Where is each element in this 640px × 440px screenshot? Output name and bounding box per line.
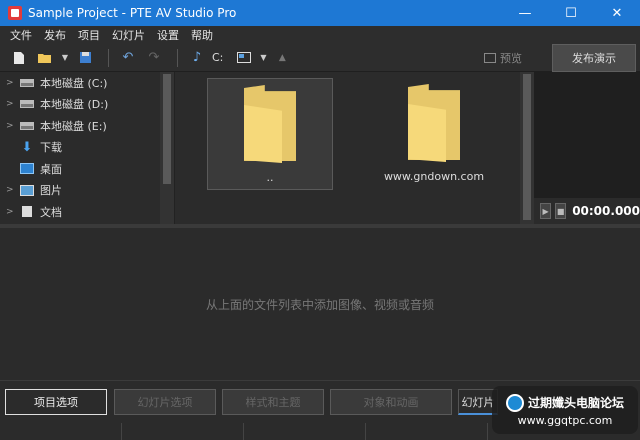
- menu-project[interactable]: 项目: [72, 27, 106, 43]
- file-label: www.gndown.com: [383, 170, 485, 183]
- new-file-icon[interactable]: [8, 47, 30, 69]
- stop-icon[interactable]: ■: [555, 203, 567, 219]
- watermark-title: 过期孅头电脑论坛: [527, 396, 624, 410]
- view-dropdown-icon[interactable]: ▼: [259, 47, 267, 69]
- save-icon[interactable]: [74, 47, 96, 69]
- timecode: 00:00.000: [572, 204, 640, 218]
- bottom-tab[interactable]: [122, 423, 244, 440]
- dropdown-arrow-icon[interactable]: ▼: [60, 47, 70, 69]
- expand-arrow-icon[interactable]: >: [6, 99, 16, 109]
- menu-help[interactable]: 帮助: [185, 27, 219, 43]
- bottom-tab[interactable]: [366, 423, 488, 440]
- toolbar: ▼ ↶ ↷ ♪ C: ▼ ▲: [0, 44, 640, 72]
- tree-item-label: 文档: [40, 205, 62, 219]
- file-list: .. www.gndown.com: [174, 72, 524, 224]
- tree-item-drive-c[interactable]: > 本地磁盘 (C:): [0, 72, 174, 94]
- menu-settings[interactable]: 设置: [151, 27, 185, 43]
- publish-button[interactable]: 发布演示: [552, 44, 636, 72]
- app-icon: [8, 6, 22, 20]
- drive-icon: [20, 121, 34, 130]
- folder-icon: [408, 84, 460, 162]
- window-title: Sample Project - PTE AV Studio Pro: [28, 6, 237, 20]
- bottom-tab[interactable]: [0, 423, 122, 440]
- project-options-button[interactable]: 项目选项: [5, 389, 107, 415]
- menu-slide[interactable]: 幻灯片: [106, 27, 151, 43]
- file-list-scrollbar[interactable]: [520, 72, 534, 224]
- close-button[interactable]: ✕: [594, 0, 640, 26]
- folder-icon: [244, 85, 296, 163]
- file-label: ..: [266, 171, 274, 184]
- tree-item-drive-e[interactable]: > 本地磁盘 (E:): [0, 115, 174, 137]
- title-bar: Sample Project - PTE AV Studio Pro — ☐ ✕: [0, 0, 640, 26]
- menu-publish[interactable]: 发布: [38, 27, 72, 43]
- minimize-button[interactable]: —: [502, 0, 548, 26]
- documents-icon: [22, 206, 32, 218]
- tree-item-pictures[interactable]: > 图片: [0, 180, 174, 202]
- styles-themes-button[interactable]: 样式和主题: [222, 389, 324, 415]
- up-arrow-icon[interactable]: ▲: [271, 47, 293, 69]
- tree-scrollbar[interactable]: [160, 72, 174, 224]
- drive-icon: [20, 78, 34, 87]
- objects-animation-button[interactable]: 对象和动画: [330, 389, 452, 415]
- tree-item-label: 本地磁盘 (C:): [40, 76, 108, 90]
- view-mode-icon[interactable]: [233, 47, 255, 69]
- preview-icon: [484, 53, 496, 63]
- expand-arrow-icon[interactable]: >: [6, 185, 16, 195]
- slide-options-button[interactable]: 幻灯片选项: [114, 389, 216, 415]
- expand-arrow-icon[interactable]: >: [6, 121, 16, 131]
- music-note-icon[interactable]: ♪: [186, 47, 208, 69]
- pictures-icon: [20, 184, 34, 196]
- empty-hint: 从上面的文件列表中添加图像、视频或音频: [205, 298, 434, 312]
- preview-button[interactable]: 预览: [484, 50, 522, 66]
- tree-item-documents[interactable]: > 文档: [0, 201, 174, 223]
- watermark-logo-icon: [505, 393, 524, 412]
- redo-icon[interactable]: ↷: [143, 47, 165, 69]
- play-icon[interactable]: ▶: [540, 203, 552, 219]
- menu-file[interactable]: 文件: [4, 27, 38, 43]
- expand-arrow-icon[interactable]: >: [6, 78, 16, 88]
- tree-item-label: 本地磁盘 (E:): [40, 119, 107, 133]
- download-icon: ⬇: [21, 139, 33, 155]
- maximize-button[interactable]: ☐: [548, 0, 594, 26]
- tree-item-desktop[interactable]: 桌面: [0, 158, 174, 180]
- player-controls: ▶ ■ 00:00.000: [534, 198, 640, 224]
- desktop-icon: [20, 163, 34, 175]
- menu-bar: 文件 发布 项目 幻灯片 设置 帮助: [0, 26, 640, 44]
- tree-item-downloads[interactable]: ⬇ 下载: [0, 137, 174, 159]
- folder-tree: > 本地磁盘 (C:) > 本地磁盘 (D:) > 本地磁盘 (E:) ⬇ 下载…: [0, 72, 174, 224]
- scrollbar-thumb[interactable]: [523, 74, 531, 220]
- bottom-tab[interactable]: [244, 423, 366, 440]
- watermark-url: www.ggqtpc.com: [517, 413, 613, 427]
- tree-item-label: 图片: [40, 184, 62, 198]
- file-item-folder[interactable]: www.gndown.com: [371, 78, 497, 190]
- slide-list[interactable]: 从上面的文件列表中添加图像、视频或音频: [0, 228, 640, 380]
- watermark: 过期孅头电脑论坛 www.ggqtpc.com: [492, 386, 638, 434]
- toolbar-separator: [108, 48, 109, 67]
- tree-item-label: 本地磁盘 (D:): [40, 98, 109, 112]
- open-folder-icon[interactable]: [34, 47, 56, 69]
- expand-arrow-icon[interactable]: >: [6, 207, 16, 217]
- file-item-parent-folder[interactable]: ..: [207, 78, 333, 190]
- tree-item-label: 桌面: [40, 162, 62, 176]
- tree-item-drive-d[interactable]: > 本地磁盘 (D:): [0, 94, 174, 116]
- scrollbar-thumb[interactable]: [163, 74, 171, 184]
- undo-icon[interactable]: ↶: [117, 47, 139, 69]
- toolbar-separator: [177, 48, 178, 67]
- drive-label: C:: [212, 51, 224, 64]
- tree-item-label: 下载: [40, 141, 62, 155]
- drive-icon: [20, 100, 34, 109]
- preview-label: 预览: [500, 52, 522, 65]
